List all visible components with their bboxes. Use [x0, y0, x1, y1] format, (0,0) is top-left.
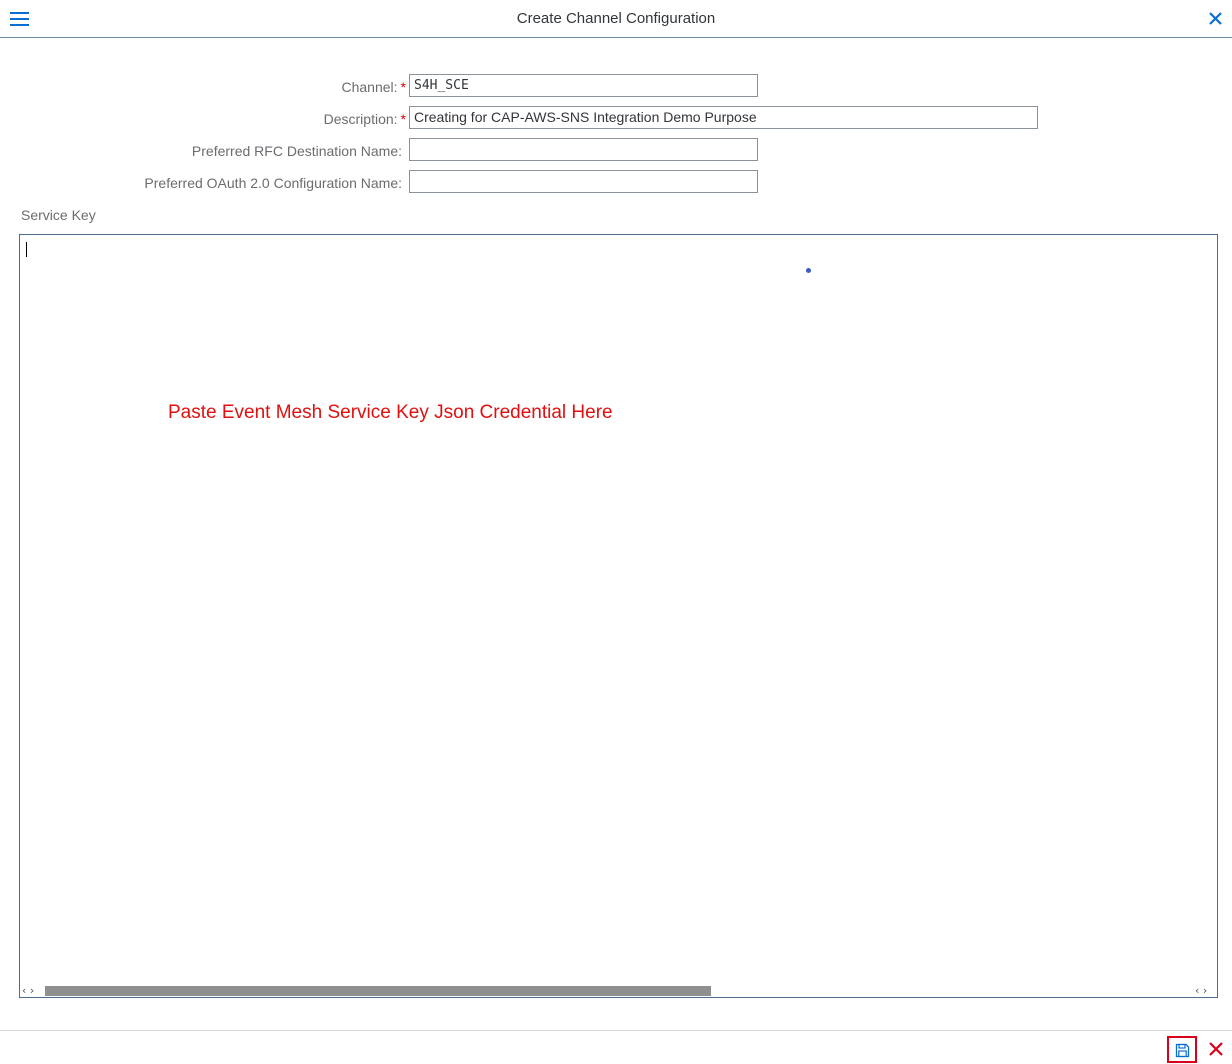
oauth-config-input[interactable] [409, 170, 758, 193]
title-bar: Create Channel Configuration [0, 0, 1232, 38]
rfc-destination-label: Preferred RFC Destination Name: [191, 143, 402, 159]
save-button[interactable] [1167, 1036, 1197, 1063]
description-label-text: Description: [323, 111, 398, 127]
required-marker: * [400, 79, 406, 95]
oauth-config-label: Preferred OAuth 2.0 Configuration Name: [144, 175, 402, 191]
close-icon[interactable] [1207, 10, 1224, 27]
cancel-icon [1209, 1042, 1223, 1056]
text-cursor [26, 242, 27, 257]
page-title: Create Channel Configuration [516, 10, 716, 27]
service-key-textarea[interactable]: Paste Event Mesh Service Key Json Creden… [19, 234, 1218, 998]
description-input[interactable]: Creating for CAP-AWS-SNS Integration Dem… [409, 106, 1038, 129]
horizontal-scrollbar[interactable]: ‹ › ‹ › [20, 984, 1217, 997]
description-label: Description: * [324, 111, 406, 127]
required-marker: * [400, 111, 406, 127]
mouse-pointer-dot [806, 268, 811, 273]
footer-toolbar [0, 1030, 1232, 1064]
scrollbar-thumb[interactable] [45, 986, 711, 996]
channel-label: Channel: * [342, 79, 407, 95]
rfc-destination-input[interactable] [409, 138, 758, 161]
service-key-label: Service Key [21, 207, 96, 223]
channel-label-text: Channel: [341, 79, 398, 95]
cancel-button[interactable] [1208, 1041, 1224, 1057]
channel-input[interactable]: S4H_SCE [409, 74, 758, 97]
save-icon [1175, 1043, 1190, 1058]
scroll-arrows-left[interactable]: ‹ › [22, 984, 34, 997]
scroll-arrows-right[interactable]: ‹ › [1195, 984, 1207, 997]
paste-instruction-annotation: Paste Event Mesh Service Key Json Creden… [168, 402, 613, 423]
